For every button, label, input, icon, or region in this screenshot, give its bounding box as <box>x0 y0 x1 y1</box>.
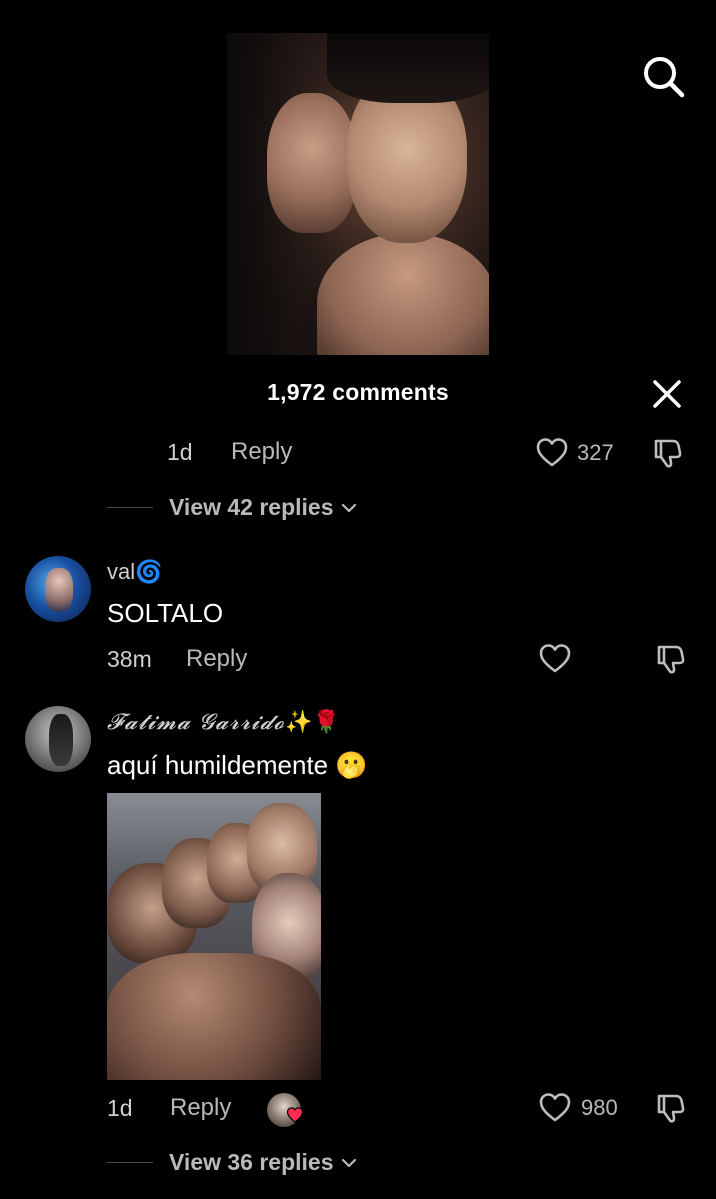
comment-time: 1d <box>167 439 193 465</box>
like-count: 980 <box>581 1095 618 1120</box>
video-thumbnail[interactable] <box>227 33 489 355</box>
comment-text: SOLTALO <box>107 598 224 628</box>
search-icon[interactable] <box>641 54 685 98</box>
heart-icon <box>286 1107 304 1123</box>
view-replies-label: View 42 replies <box>169 494 334 520</box>
comment-username: val <box>107 559 136 584</box>
view-replies-button[interactable]: View 42 replies <box>107 494 358 521</box>
chevron-down-icon <box>341 503 356 512</box>
view-replies-button[interactable]: View 36 replies <box>107 1149 358 1176</box>
comment-username-row[interactable]: val🌀 <box>107 559 163 585</box>
comments-count-title: 1,972 comments <box>267 379 449 405</box>
like-count: 327 <box>577 440 614 465</box>
comment-username-row[interactable]: 𝓕𝓪𝓽𝓲𝓶𝓪 𝓖𝓪𝓻𝓻𝓲𝓭𝓸✨🌹 <box>107 709 340 735</box>
comment-image[interactable] <box>107 793 321 1080</box>
close-icon[interactable] <box>651 378 683 410</box>
dislike-icon[interactable] <box>650 436 684 470</box>
replies-divider <box>107 1162 153 1163</box>
reply-button[interactable]: Reply <box>170 1094 231 1122</box>
comment-text: aquí humildemente 🫢 <box>107 750 368 780</box>
view-replies-label: View 36 replies <box>169 1149 334 1175</box>
heart-icon[interactable] <box>538 1091 572 1125</box>
username-emoji: ✨🌹 <box>285 709 340 734</box>
dislike-icon[interactable] <box>653 1091 687 1125</box>
chevron-down-icon <box>341 1158 356 1167</box>
username-emoji: 🌀 <box>135 559 163 584</box>
replies-divider <box>107 507 153 508</box>
avatar[interactable] <box>25 706 91 772</box>
comment-username: 𝓕𝓪𝓽𝓲𝓶𝓪 𝓖𝓪𝓻𝓻𝓲𝓭𝓸 <box>107 710 286 735</box>
reply-button[interactable]: Reply <box>231 438 292 466</box>
comment-time: 38m <box>107 646 152 672</box>
heart-icon[interactable] <box>535 436 569 470</box>
reply-button[interactable]: Reply <box>186 645 247 673</box>
dislike-icon[interactable] <box>653 642 687 676</box>
avatar[interactable] <box>25 556 91 622</box>
heart-icon[interactable] <box>538 642 572 676</box>
comment-time: 1d <box>107 1095 133 1121</box>
